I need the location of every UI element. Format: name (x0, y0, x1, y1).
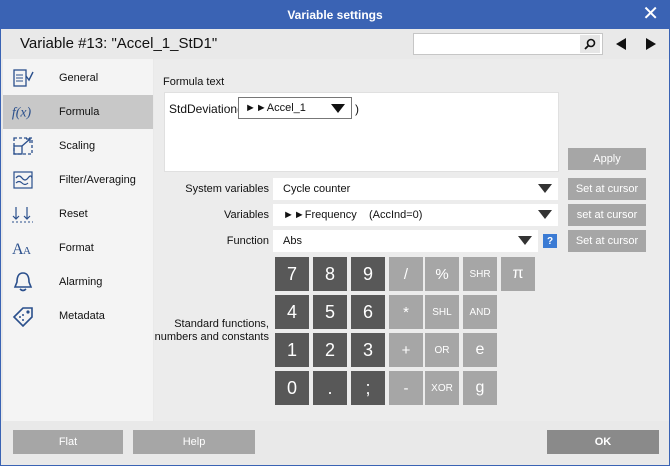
sidebar-item-label: Reset (59, 208, 88, 220)
svg-text:f(x): f(x) (12, 105, 32, 121)
sidebar-item-label: Scaling (59, 140, 96, 152)
settings-sidebar: General f(x) Formula Scaling Filter/Aver… (3, 59, 153, 421)
system-variables-select[interactable]: Cycle counter (273, 178, 558, 200)
sidebar-item-filter-averaging[interactable]: Filter/Averaging (3, 163, 153, 197)
key-e[interactable]: e (463, 333, 497, 367)
sidebar-item-formula[interactable]: f(x) Formula (3, 95, 153, 129)
search-box[interactable] (413, 33, 603, 55)
reset-arrows-icon (11, 203, 35, 225)
formula-closing-paren: ) (355, 102, 359, 116)
function-help-icon[interactable]: ? (543, 234, 557, 248)
key-8[interactable]: 8 (313, 257, 347, 291)
previous-variable-icon[interactable] (611, 33, 631, 55)
function-label: Function (226, 235, 269, 247)
scaling-icon (11, 135, 35, 157)
key-4[interactable]: 4 (275, 295, 309, 329)
key-1[interactable]: 1 (275, 333, 309, 367)
key-5[interactable]: 5 (313, 295, 347, 329)
formula-argument-select[interactable]: ►►Accel_1 (238, 97, 352, 119)
function-select[interactable]: Abs (273, 230, 538, 252)
sidebar-item-label: General (59, 72, 99, 84)
keypad-label: Standard functions, numbers and constant… (154, 318, 269, 343)
key-2[interactable]: 2 (313, 333, 347, 367)
key-multiply[interactable]: * (389, 295, 423, 329)
ok-button[interactable]: OK (547, 430, 659, 454)
variable-header: Variable #13: "Accel_1_StD1" (1, 29, 669, 59)
key-decimal-point[interactable]: . (313, 371, 347, 405)
formula-editor[interactable]: StdDeviation( ►►Accel_1 ) (164, 92, 559, 172)
sidebar-item-label: Formula (59, 106, 100, 118)
flat-button[interactable]: Flat (13, 430, 123, 454)
key-divide[interactable]: / (389, 257, 423, 291)
sidebar-item-label: Alarming (59, 276, 103, 288)
sidebar-item-alarming[interactable]: Alarming (3, 265, 153, 299)
function-value: Abs (283, 235, 302, 247)
key-9[interactable]: 9 (351, 257, 385, 291)
system-variables-label: System variables (185, 183, 269, 195)
bell-icon (11, 271, 35, 293)
function-fx-icon: f(x) (11, 101, 35, 123)
key-3[interactable]: 3 (351, 333, 385, 367)
sidebar-item-reset[interactable]: Reset (3, 197, 153, 231)
system-variables-set-at-cursor-button[interactable]: Set at cursor (568, 178, 646, 200)
formula-text-label: Formula text (163, 76, 225, 88)
font-format-icon: AA (11, 237, 35, 259)
clipboard-check-icon (11, 67, 35, 89)
filter-wave-icon (11, 169, 35, 191)
formula-function-text: StdDeviation( (169, 102, 242, 116)
chevron-down-icon (538, 210, 552, 219)
key-pi[interactable]: π (501, 257, 535, 291)
formula-argument-value: ►►Accel_1 (245, 102, 306, 114)
sidebar-item-scaling[interactable]: Scaling (3, 129, 153, 163)
chevron-down-icon (518, 236, 532, 245)
key-and[interactable]: AND (463, 295, 497, 329)
search-icon[interactable] (580, 35, 600, 53)
sidebar-item-label: Format (59, 242, 94, 254)
window-title: Variable settings (287, 8, 383, 22)
key-or[interactable]: OR (425, 333, 459, 367)
formula-panel: Formula text StdDeviation( ►►Accel_1 ) A… (154, 59, 669, 421)
sidebar-item-general[interactable]: General (3, 61, 153, 95)
function-set-at-cursor-button[interactable]: Set at cursor (568, 230, 646, 252)
help-button[interactable]: Help (133, 430, 255, 454)
chevron-down-icon (331, 104, 345, 113)
variable-name: Variable #13: "Accel_1_StD1" (20, 35, 218, 52)
key-minus[interactable]: - (389, 371, 423, 405)
variables-value: ►►Frequency (AccInd=0) (283, 209, 423, 221)
key-semicolon[interactable]: ; (351, 371, 385, 405)
sidebar-item-format[interactable]: AA Format (3, 231, 153, 265)
key-shr[interactable]: SHR (463, 257, 497, 291)
key-plus[interactable]: + (389, 333, 423, 367)
title-bar: Variable settings ✕ (1, 1, 669, 29)
system-variables-value: Cycle counter (283, 183, 351, 195)
key-0[interactable]: 0 (275, 371, 309, 405)
search-input[interactable] (414, 34, 574, 54)
tag-icon (11, 305, 35, 327)
key-6[interactable]: 6 (351, 295, 385, 329)
apply-button[interactable]: Apply (568, 148, 646, 170)
next-variable-icon[interactable] (641, 33, 661, 55)
svg-text:A: A (23, 245, 31, 257)
key-shl[interactable]: SHL (425, 295, 459, 329)
key-percent[interactable]: % (425, 257, 459, 291)
sidebar-item-metadata[interactable]: Metadata (3, 299, 153, 333)
sidebar-item-label: Metadata (59, 310, 105, 322)
key-g[interactable]: g (463, 371, 497, 405)
variables-label: Variables (223, 209, 269, 221)
key-xor[interactable]: XOR (425, 371, 459, 405)
variables-select[interactable]: ►►Frequency (AccInd=0) (273, 204, 558, 226)
key-7[interactable]: 7 (275, 257, 309, 291)
close-icon[interactable]: ✕ (642, 4, 659, 24)
sidebar-item-label: Filter/Averaging (59, 174, 136, 186)
variables-set-at-cursor-button[interactable]: set at cursor (568, 204, 646, 226)
chevron-down-icon (538, 184, 552, 193)
dialog-footer: Flat Help OK (3, 421, 669, 465)
variable-settings-window: Variable settings ✕ Variable #13: "Accel… (0, 0, 670, 466)
